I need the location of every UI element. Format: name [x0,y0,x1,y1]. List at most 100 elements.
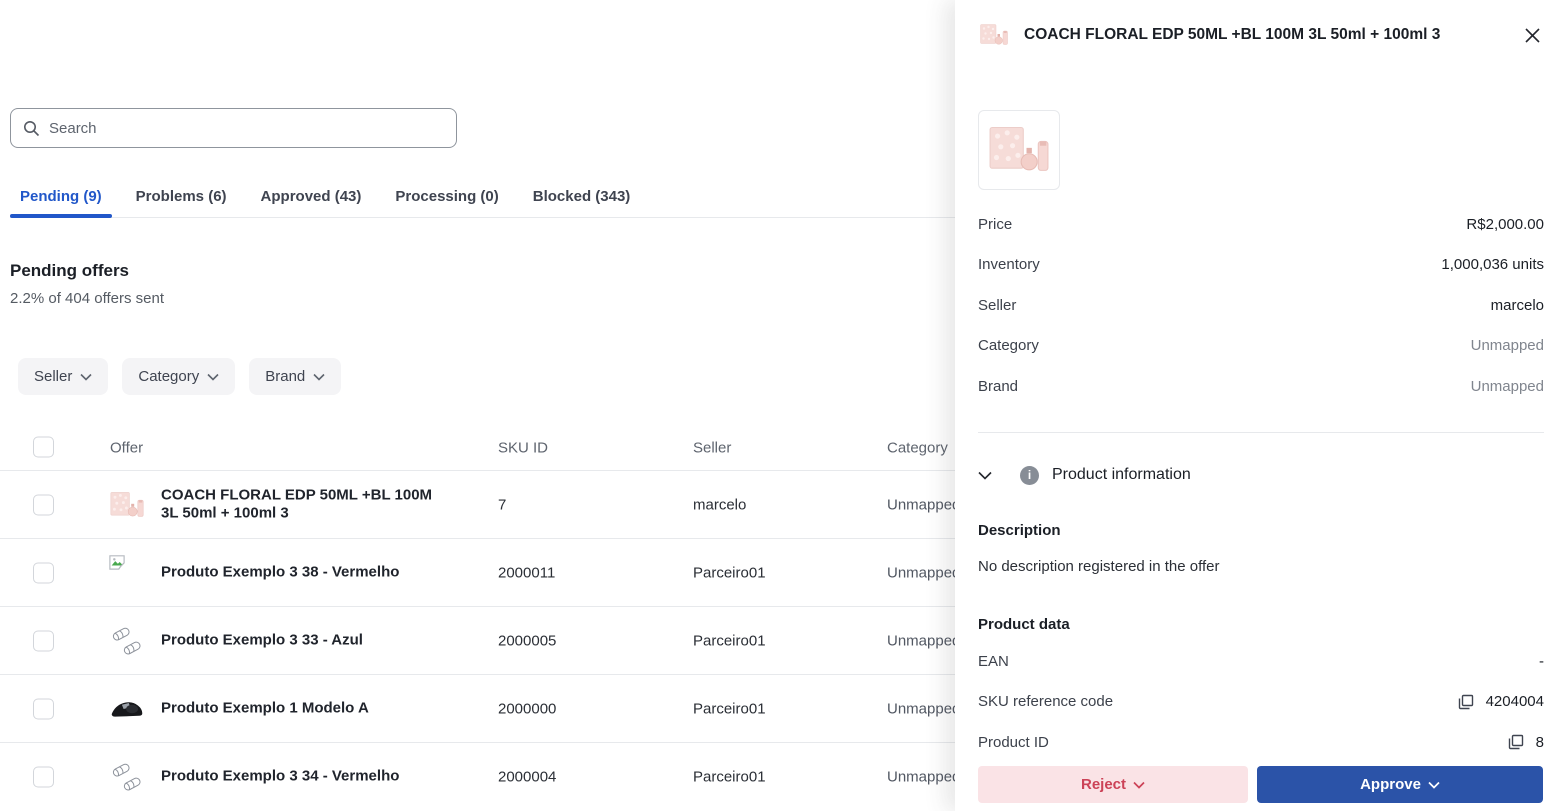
offer-details-list: Price R$2,000.00 Inventory 1,000,036 uni… [978,204,1544,407]
product-information-title: Product information [1052,466,1191,484]
row-checkbox[interactable] [33,494,54,515]
search-icon [23,120,40,137]
panel-action-bar: Reject Approve [955,762,1558,811]
search-input[interactable] [49,120,444,137]
detail-row-price: Price R$2,000.00 [978,204,1544,245]
product-data-row-ean: EAN - [978,641,1544,682]
offer-title[interactable]: COACH FLORAL EDP 50ML +BL 100M 3L 50ml +… [161,486,446,524]
seller-filter-button[interactable]: Seller [18,358,108,395]
product-data-list: EAN - SKU reference code 4204004 Product… [978,641,1544,763]
detail-value: Unmapped [1471,337,1544,354]
detail-label: Seller [978,297,1016,314]
column-header-seller: Seller [693,439,731,456]
close-icon[interactable] [1520,23,1544,47]
tab-processing[interactable]: Processing (0) [385,176,508,217]
offer-seller: Parceiro01 [693,564,766,581]
description-text: No description registered in the offer [978,558,1220,575]
product-information-section-header[interactable]: i Product information [978,461,1544,489]
offer-detail-panel: COACH FLORAL EDP 50ML +BL 100M 3L 50ml +… [955,0,1558,811]
sandals-sketch-image [108,622,146,660]
tab-problems[interactable]: Problems (6) [126,176,237,217]
detail-row-category: Category Unmapped [978,326,1544,367]
perfume-set-image [978,19,1010,51]
divider [978,432,1544,433]
offer-sku: 7 [498,496,506,513]
detail-label: Inventory [978,256,1040,273]
chevron-down-icon [313,373,325,381]
offer-sku: 2000000 [498,700,556,717]
copy-icon[interactable] [1508,734,1524,750]
offer-title[interactable]: Produto Exemplo 1 Modelo A [161,699,446,718]
offer-seller: Parceiro01 [693,700,766,717]
panel-header: COACH FLORAL EDP 50ML +BL 100M 3L 50ml +… [978,17,1544,53]
product-data-label: SKU reference code [978,693,1458,710]
offer-title[interactable]: Produto Exemplo 3 33 - Azul [161,631,446,650]
column-header-category: Category [887,439,948,456]
offer-category: Unmapped [887,700,960,717]
detail-label: Brand [978,378,1018,395]
detail-row-inventory: Inventory 1,000,036 units [978,245,1544,286]
detail-value: marcelo [1491,297,1544,314]
detail-row-seller: Seller marcelo [978,285,1544,326]
offer-sku: 2000004 [498,769,556,786]
offer-sku: 2000011 [498,564,555,581]
description-label: Description [978,522,1061,539]
row-checkbox[interactable] [33,767,54,788]
brand-filter-button[interactable]: Brand [249,358,341,395]
offer-seller: Parceiro01 [693,769,766,786]
filter-bar: Seller Category Brand [18,358,341,395]
chevron-down-icon[interactable] [978,461,1008,489]
category-filter-button[interactable]: Category [122,358,235,395]
row-checkbox[interactable] [33,630,54,651]
offer-seller: Parceiro01 [693,632,766,649]
approve-button[interactable]: Approve [1257,766,1543,803]
chevron-down-icon [80,373,92,381]
page-subtitle: 2.2% of 404 offers sent [10,290,164,307]
select-all-checkbox[interactable] [33,437,54,458]
detail-value: Unmapped [1471,378,1544,395]
product-data-label: Product ID [978,734,1508,751]
brand-filter-label: Brand [265,368,305,385]
sandals-sketch-image [108,758,146,796]
detail-value: 1,000,036 units [1441,256,1544,273]
broken-image-icon [108,554,146,592]
info-icon: i [1020,466,1039,485]
product-data-row-sku-reference: SKU reference code 4204004 [978,682,1544,723]
row-checkbox[interactable] [33,698,54,719]
offer-seller: marcelo [693,496,746,513]
copy-icon[interactable] [1458,694,1474,710]
offer-title[interactable]: Produto Exemplo 3 38 - Vermelho [161,563,446,582]
perfume-set-image [108,486,146,524]
detail-row-brand: Brand Unmapped [978,366,1544,407]
product-data-value: 4204004 [1486,693,1544,710]
product-data-value: 8 [1536,734,1544,751]
offer-title[interactable]: Produto Exemplo 3 34 - Vermelho [161,768,446,787]
row-checkbox[interactable] [33,562,54,583]
detail-label: Category [978,337,1039,354]
offer-category: Unmapped [887,564,960,581]
offer-sku: 2000005 [498,632,556,649]
seller-filter-label: Seller [34,368,72,385]
column-header-offer: Offer [110,439,143,456]
detail-label: Price [978,216,1012,233]
chevron-down-icon [207,373,219,381]
approve-button-label: Approve [1360,776,1421,793]
column-header-sku: SKU ID [498,439,548,456]
tab-approved[interactable]: Approved (43) [251,176,372,217]
reject-button-label: Reject [1081,776,1126,793]
search-field[interactable] [10,108,457,148]
tab-blocked[interactable]: Blocked (343) [523,176,641,217]
reject-button[interactable]: Reject [978,766,1248,803]
category-filter-label: Category [138,368,199,385]
page-title: Pending offers [10,261,129,281]
detail-value: R$2,000.00 [1466,216,1544,233]
offer-category: Unmapped [887,769,960,786]
product-data-row-product-id: Product ID 8 [978,722,1544,763]
black-shoe-image [108,690,146,728]
tab-pending[interactable]: Pending (9) [10,176,112,217]
panel-title: COACH FLORAL EDP 50ML +BL 100M 3L 50ml +… [1024,26,1506,44]
product-data-value: - [1539,653,1544,670]
offer-category: Unmapped [887,632,960,649]
product-data-label: EAN [978,653,1539,670]
offer-category: Unmapped [887,496,960,513]
